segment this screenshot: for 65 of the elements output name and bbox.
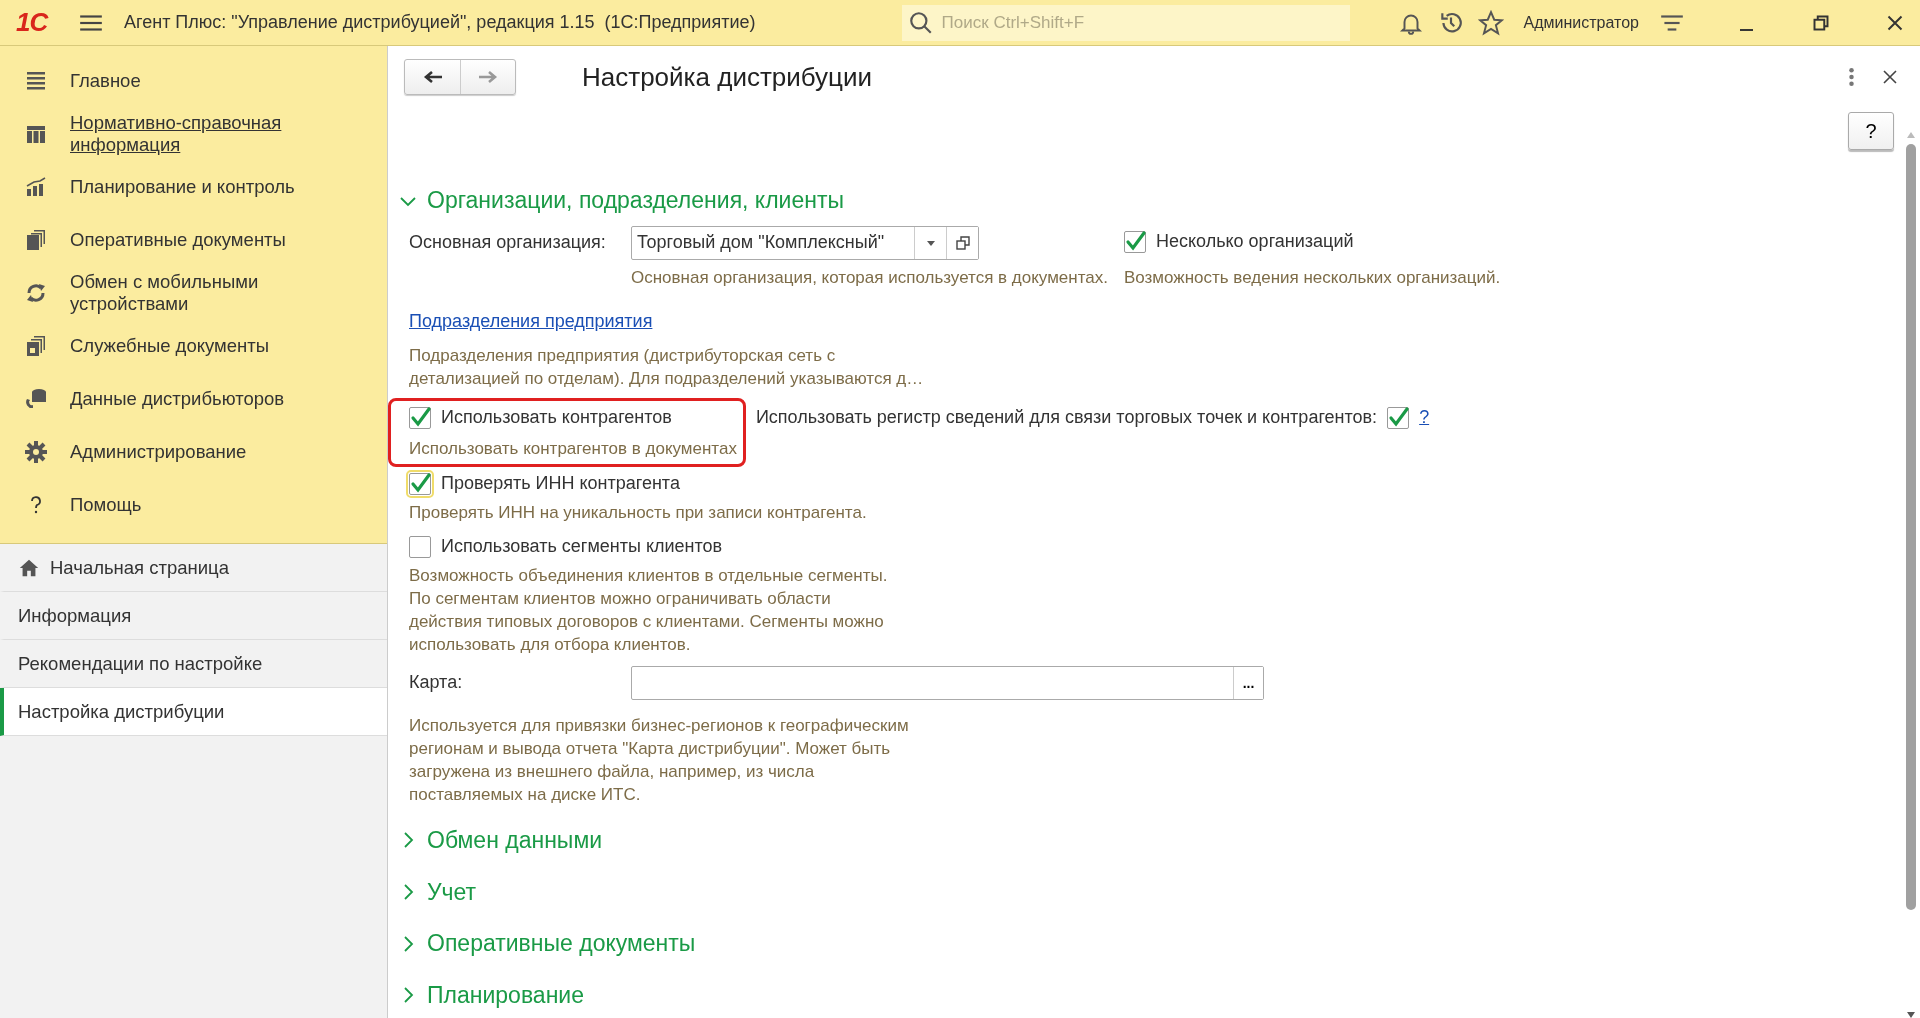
check-icon xyxy=(1387,406,1410,429)
section-item[interactable]: Нормативно-справочная информация xyxy=(0,107,387,160)
star-icon xyxy=(1477,9,1504,36)
scroll-down-icon xyxy=(1906,1010,1916,1018)
section-header[interactable]: Обмен данными xyxy=(399,817,1902,864)
search-input[interactable]: Поиск Ctrl+Shift+F xyxy=(939,11,1344,34)
check-icon xyxy=(409,472,431,495)
hint-text: Проверять ИНН на уникальность при записи контрагента. xyxy=(409,501,868,524)
select-button[interactable]: ... xyxy=(1233,666,1263,699)
check-icon xyxy=(409,406,431,429)
field-label: Основная организация: xyxy=(409,232,607,254)
organization-field[interactable]: Торговый дом "Комплексный" xyxy=(631,225,979,260)
divisions-link[interactable]: Подразделения предприятия xyxy=(409,310,653,331)
section-item[interactable]: Администрирование xyxy=(0,425,387,478)
checkbox-label: Использовать контрагентов xyxy=(441,407,672,429)
logo: 1С xyxy=(16,7,50,38)
page-tab[interactable]: Информация xyxy=(0,592,387,640)
section-header[interactable]: Учет xyxy=(399,869,1902,915)
help-button[interactable]: ? xyxy=(1848,112,1894,150)
page-tab[interactable]: Начальная страница xyxy=(0,544,387,592)
section-item[interactable]: Главное xyxy=(0,54,387,107)
hint-text: Возможность ведения нескольких организаций. xyxy=(1123,266,1501,289)
more-icon xyxy=(1849,68,1854,86)
help-link[interactable]: ? xyxy=(1419,407,1430,429)
checkbox-label: Использовать сегменты клиентов xyxy=(441,536,723,558)
search-icon xyxy=(907,9,934,36)
checkbox-label: Несколько организаций xyxy=(1155,231,1354,253)
checkbox[interactable] xyxy=(1387,406,1410,429)
checkbox-label: Использовать регистр сведений для связи торговых точек и контрагентов: xyxy=(755,407,1378,429)
database-icon xyxy=(24,386,48,411)
scroll-thumb[interactable] xyxy=(1906,144,1916,910)
user-name[interactable]: Администратор xyxy=(1523,13,1639,32)
hint-text: Возможность объединения клиентов в отдельные сегменты. По сегментам клиентов можно ограничивать области действия типовых договоров с клиентами. Сегменты можно использовать для отбора клиентов. xyxy=(409,564,889,656)
section-item[interactable]: Данные дистрибьюторов xyxy=(0,372,387,425)
section-item[interactable]: Служебные документы xyxy=(0,319,387,372)
scroll-up-icon xyxy=(1906,130,1916,138)
checkbox[interactable] xyxy=(1123,230,1146,253)
section-item[interactable]: Оперативные документы xyxy=(0,213,387,266)
arrow-right-icon xyxy=(477,69,499,85)
checkbox[interactable] xyxy=(409,535,431,558)
field-label: Карта: xyxy=(409,672,464,694)
search-field[interactable]: Поиск Ctrl+Shift+F xyxy=(901,4,1350,41)
hint-text: Использовать контрагентов в документах xyxy=(409,437,737,460)
map-field[interactable]: ... xyxy=(631,665,1264,700)
form-title: Настройка дистрибуции xyxy=(582,61,873,93)
documents-icon xyxy=(24,333,48,358)
section-item[interactable]: Планирование и контроль xyxy=(0,160,387,213)
section-header[interactable]: Организации, подразделения, клиенты xyxy=(399,178,1902,224)
settings-icon xyxy=(24,439,48,464)
section-header[interactable]: Планирование xyxy=(399,972,1902,1018)
hint-text: Используется для привязки бизнес-регионов к географическим регионам и вывода отчета "Карта дистрибуции". Может быть загружена из внешнего файла, например, из числа поставляемых на диске ИТС. xyxy=(409,714,910,806)
section-item[interactable]: Обмен с мобильными устройствами xyxy=(0,266,387,319)
page-tab[interactable]: Настройка дистрибуции xyxy=(0,688,387,736)
minimize-icon xyxy=(1740,28,1753,31)
checkbox[interactable] xyxy=(409,406,431,429)
hint-text: Подразделения предприятия (дистрибуторская сеть с детализацией по отделам). Для подразделений указываются д… xyxy=(409,344,925,390)
section-item[interactable]: Помощь xyxy=(0,478,387,531)
window-title: Агент Плюс: "Управление дистрибуцией", редакция 1.15 (1С:Предприятие) xyxy=(124,12,756,33)
open-icon xyxy=(955,235,970,250)
section-header[interactable]: Оперативные документы xyxy=(399,920,1902,967)
checkbox-label: Проверять ИНН контрагента xyxy=(441,473,680,495)
checkbox[interactable] xyxy=(409,472,431,495)
documents-icon xyxy=(24,227,48,252)
hint-text: Основная организация, которая используется в документах. xyxy=(631,266,1108,289)
bar-chart-icon xyxy=(24,174,48,199)
